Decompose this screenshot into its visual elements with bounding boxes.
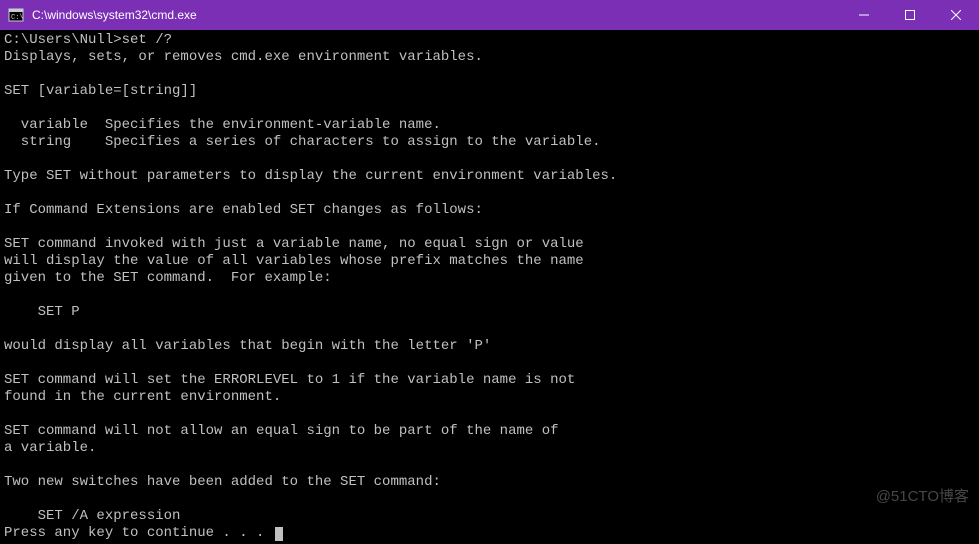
prompt: C:\Users\Null> — [4, 32, 122, 48]
window-titlebar: C:\ C:\windows\system32\cmd.exe — [0, 0, 979, 30]
window-title: C:\windows\system32\cmd.exe — [30, 8, 841, 22]
typed-command: set /? — [122, 32, 172, 48]
maximize-button[interactable] — [887, 0, 933, 30]
cmd-icon: C:\ — [8, 7, 24, 23]
svg-text:C:\: C:\ — [11, 14, 24, 22]
minimize-button[interactable] — [841, 0, 887, 30]
window-controls — [841, 0, 979, 30]
command-output: Displays, sets, or removes cmd.exe envir… — [4, 49, 617, 524]
cursor — [275, 527, 283, 541]
close-button[interactable] — [933, 0, 979, 30]
terminal-output[interactable]: C:\Users\Null>set /? Displays, sets, or … — [0, 30, 979, 544]
continue-prompt: Press any key to continue . . . — [4, 525, 273, 541]
